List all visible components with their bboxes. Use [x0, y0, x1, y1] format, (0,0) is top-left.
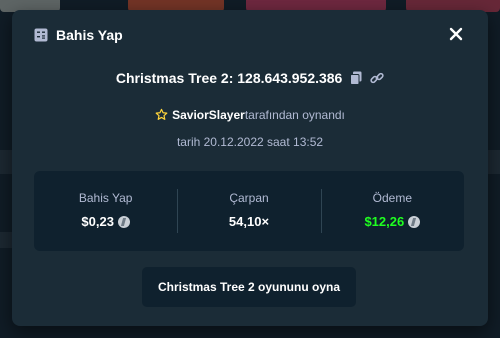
- game-title: Christmas Tree 2: 128.643.952.386: [115, 70, 343, 86]
- litecoin-icon: [117, 216, 130, 228]
- bet-details-modal: Bahis Yap Christmas Tree 2: 128.643.952.…: [12, 10, 488, 326]
- stat-payout: Ödeme $12,26: [320, 171, 464, 251]
- stat-multiplier: Çarpan 54,10×: [177, 171, 320, 251]
- stat-label: Ödeme: [372, 191, 412, 205]
- link-icon[interactable]: [370, 71, 384, 85]
- player-row: SaviorSlayertarafından oynandı: [12, 108, 488, 122]
- played-by-text: tarafından oynandı: [244, 108, 345, 122]
- star-icon: [155, 108, 168, 120]
- bet-date: tarih 20.12.2022 saat 13:52: [176, 135, 324, 149]
- game-title-row: Christmas Tree 2: 128.643.952.386: [12, 70, 488, 86]
- bet-stats-panel: Bahis Yap $0,23 Çarpan 54,10× Ödeme $12,…: [34, 171, 464, 251]
- stat-value: $12,26: [321, 214, 464, 229]
- modal-title: Bahis Yap: [56, 27, 123, 43]
- litecoin-icon: [408, 216, 421, 228]
- stat-bet-amount: Bahis Yap $0,23: [34, 171, 177, 251]
- play-game-button[interactable]: Christmas Tree 2 oyununu oyna: [142, 267, 356, 307]
- stat-label: Çarpan: [229, 191, 269, 205]
- close-icon[interactable]: [448, 26, 464, 42]
- modal-header: Bahis Yap: [12, 10, 488, 62]
- bet-slip-icon: [34, 28, 48, 42]
- stat-value: $0,23: [34, 214, 177, 229]
- player-name[interactable]: SaviorSlayer: [172, 108, 245, 122]
- stat-label: Bahis Yap: [78, 191, 133, 205]
- copy-icon[interactable]: [350, 71, 362, 85]
- stat-value: 54,10×: [228, 214, 270, 229]
